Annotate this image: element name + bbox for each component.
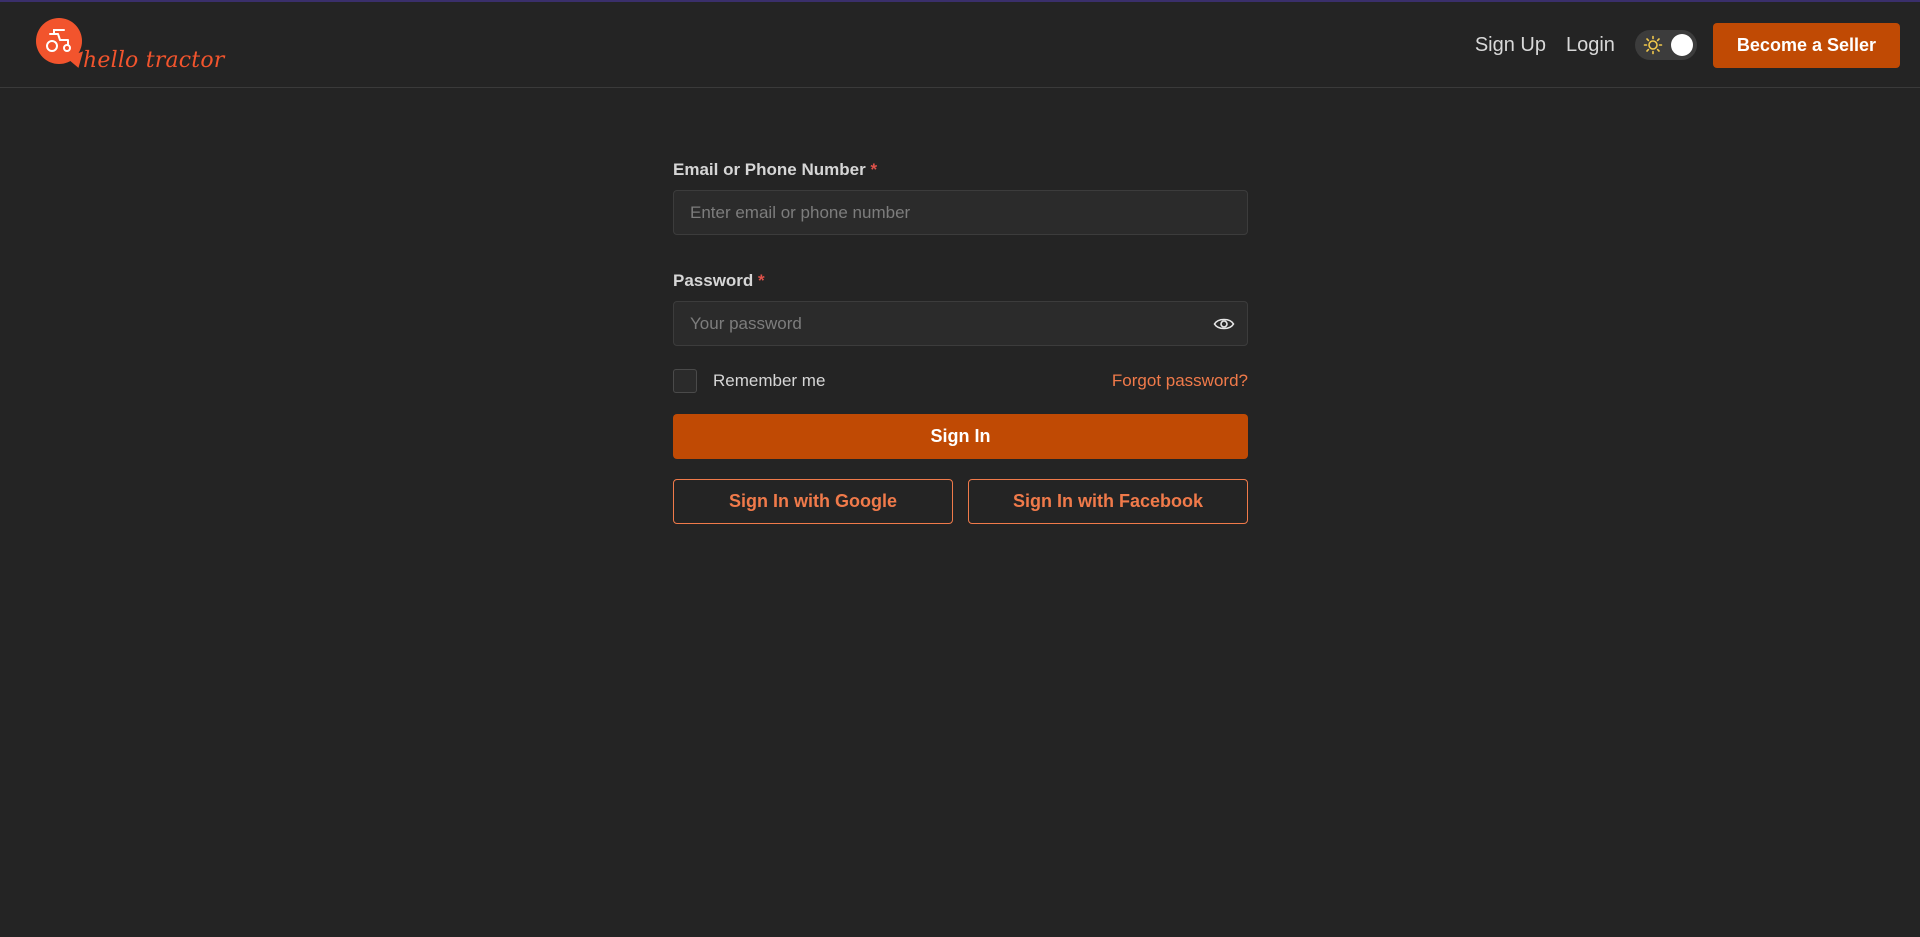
remember-me: Remember me: [673, 369, 825, 393]
tractor-icon: [36, 18, 82, 64]
sign-in-button[interactable]: Sign In: [673, 414, 1248, 459]
eye-icon[interactable]: [1213, 314, 1235, 334]
email-input[interactable]: [674, 191, 1247, 234]
remember-me-checkbox[interactable]: [673, 369, 697, 393]
remember-forgot-row: Remember me Forgot password?: [673, 368, 1248, 394]
signup-link[interactable]: Sign Up: [1475, 34, 1546, 57]
email-label-text: Email or Phone Number: [673, 160, 866, 179]
sun-icon: [1643, 35, 1663, 55]
password-field-wrapper: [673, 301, 1248, 346]
header-nav: Sign Up Login Become a Seller: [1475, 22, 1900, 68]
remember-me-label: Remember me: [713, 371, 826, 390]
email-label: Email or Phone Number *: [673, 160, 1248, 180]
facebook-sign-in-button[interactable]: Sign In with Facebook: [968, 479, 1248, 524]
login-form: Email or Phone Number * Password * Remem…: [673, 160, 1248, 524]
social-signin-row: Sign In with Google Sign In with Faceboo…: [673, 479, 1248, 524]
password-input[interactable]: [674, 302, 1247, 345]
email-field-wrapper: [673, 190, 1248, 235]
toggle-knob: [1670, 34, 1693, 56]
site-header: hello tractor Sign Up Login Become a Sel…: [0, 2, 1920, 88]
brand-logo[interactable]: hello tractor: [36, 16, 224, 76]
forgot-password-link[interactable]: Forgot password?: [1112, 371, 1248, 391]
login-link[interactable]: Login: [1566, 34, 1615, 57]
password-label: Password *: [673, 271, 1248, 291]
logo-text: hello tractor: [83, 48, 225, 73]
password-label-text: Password: [673, 271, 754, 290]
theme-toggle[interactable]: [1634, 30, 1697, 60]
required-mark: *: [758, 271, 765, 290]
become-seller-button[interactable]: Become a Seller: [1712, 22, 1900, 68]
required-mark: *: [870, 160, 878, 179]
google-sign-in-button[interactable]: Sign In with Google: [673, 479, 953, 524]
